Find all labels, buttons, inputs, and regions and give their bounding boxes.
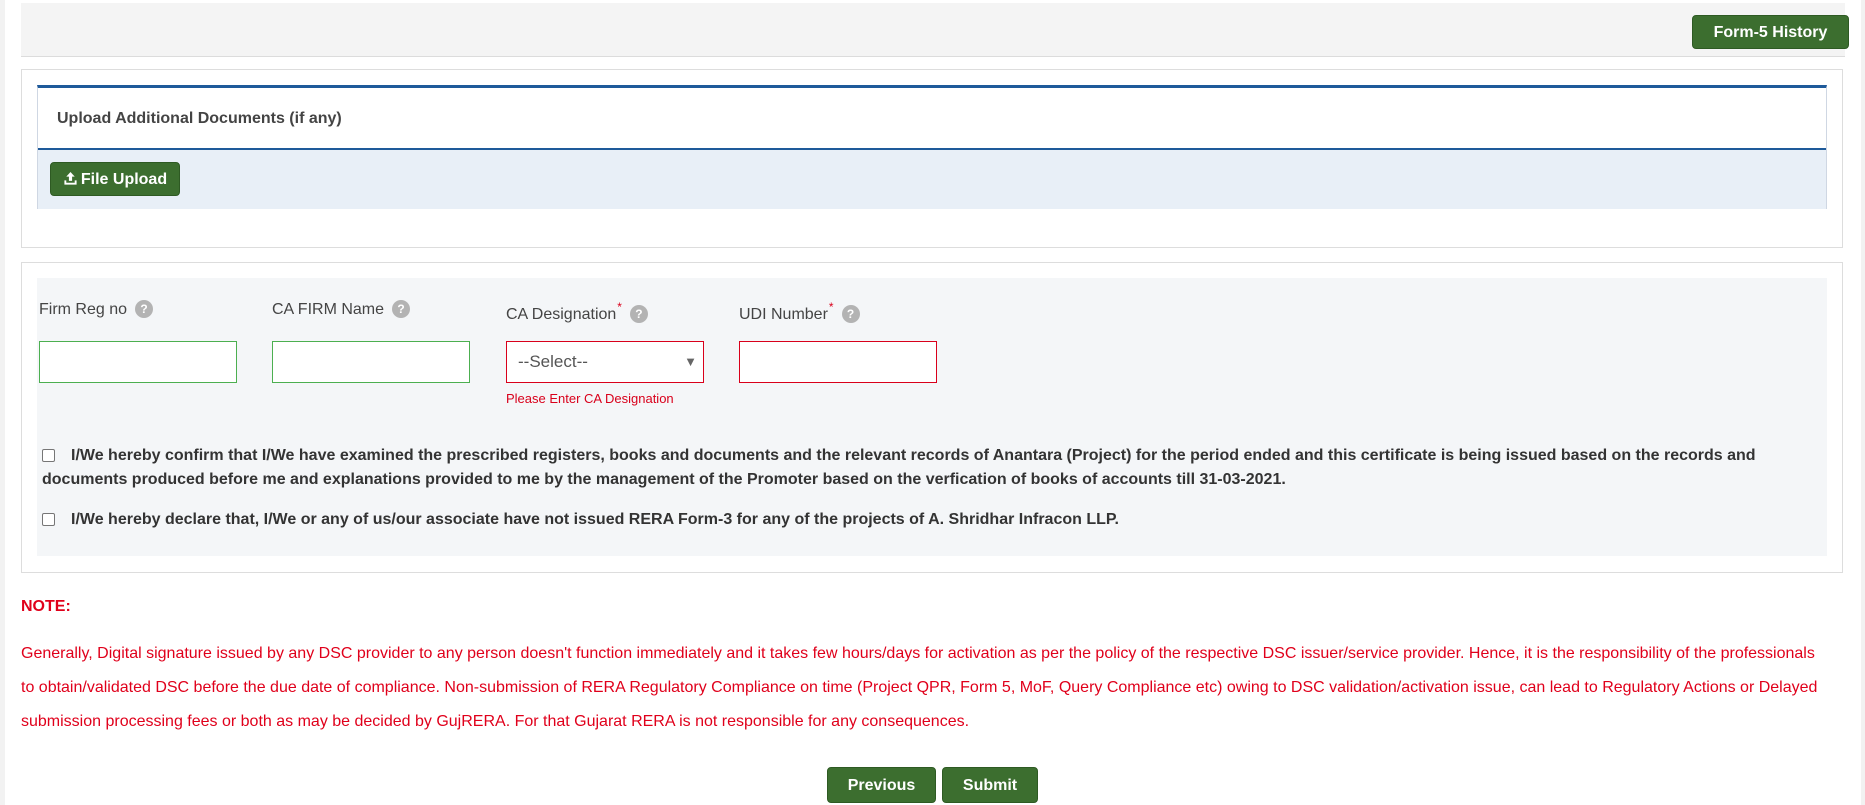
file-upload-label: File Upload — [80, 171, 168, 188]
right-edge — [1861, 0, 1865, 805]
file-upload-button[interactable]: File Upload — [50, 162, 180, 196]
required-marker: * — [828, 300, 834, 314]
declare-text: I/We hereby declare that, I/We or any of… — [71, 511, 1119, 528]
dropdown-arrow-icon: ▼ — [684, 354, 697, 369]
note-text: Generally, Digital signature issued by a… — [21, 645, 1818, 730]
udi-number-label: UDI Number*? — [739, 300, 860, 324]
declare-checkbox[interactable] — [42, 513, 55, 526]
declare-declaration: I/We hereby declare that, I/We or any of… — [42, 508, 1822, 532]
upload-body: File Upload — [38, 150, 1826, 209]
upload-title: Upload Additional Documents (if any) — [38, 88, 1826, 150]
submit-button[interactable]: Submit — [942, 767, 1038, 803]
ca-firm-name-input[interactable] — [272, 341, 470, 383]
ca-designation-select[interactable]: --Select-- ▼ — [506, 341, 704, 383]
help-icon[interactable]: ? — [135, 300, 154, 318]
ca-designation-error: Please Enter CA Designation — [506, 391, 674, 406]
firm-reg-no-input[interactable] — [39, 341, 237, 383]
help-icon[interactable]: ? — [841, 305, 860, 323]
required-marker: * — [617, 300, 622, 314]
confirm-text: I/We hereby confirm that I/We have exami… — [42, 447, 1756, 488]
note-title: NOTE: — [21, 598, 71, 615]
upload-icon — [63, 166, 78, 198]
left-edge — [0, 0, 5, 805]
upload-box: Upload Additional Documents (if any) Fil… — [37, 85, 1827, 209]
upload-panel: Upload Additional Documents (if any) Fil… — [21, 69, 1843, 248]
previous-button[interactable]: Previous — [827, 767, 936, 803]
udi-number-input[interactable] — [739, 341, 937, 383]
certificate-form-panel: Firm Reg no? CA FIRM Name? CA Designatio… — [21, 262, 1843, 573]
help-icon[interactable]: ? — [629, 305, 648, 323]
help-icon[interactable]: ? — [392, 300, 411, 318]
confirm-checkbox[interactable] — [42, 449, 55, 462]
form5-history-button[interactable]: Form-5 History — [1692, 15, 1849, 49]
certificate-form: Firm Reg no? CA FIRM Name? CA Designatio… — [37, 278, 1827, 556]
ca-designation-label: CA Designation*? — [506, 300, 648, 324]
ca-firm-name-label: CA FIRM Name? — [272, 300, 411, 319]
ca-designation-selected: --Select-- — [518, 352, 588, 371]
top-toolbar: Form-5 History — [21, 3, 1849, 57]
firm-reg-no-label: Firm Reg no? — [39, 300, 154, 319]
confirm-declaration: I/We hereby confirm that I/We have exami… — [42, 444, 1822, 492]
